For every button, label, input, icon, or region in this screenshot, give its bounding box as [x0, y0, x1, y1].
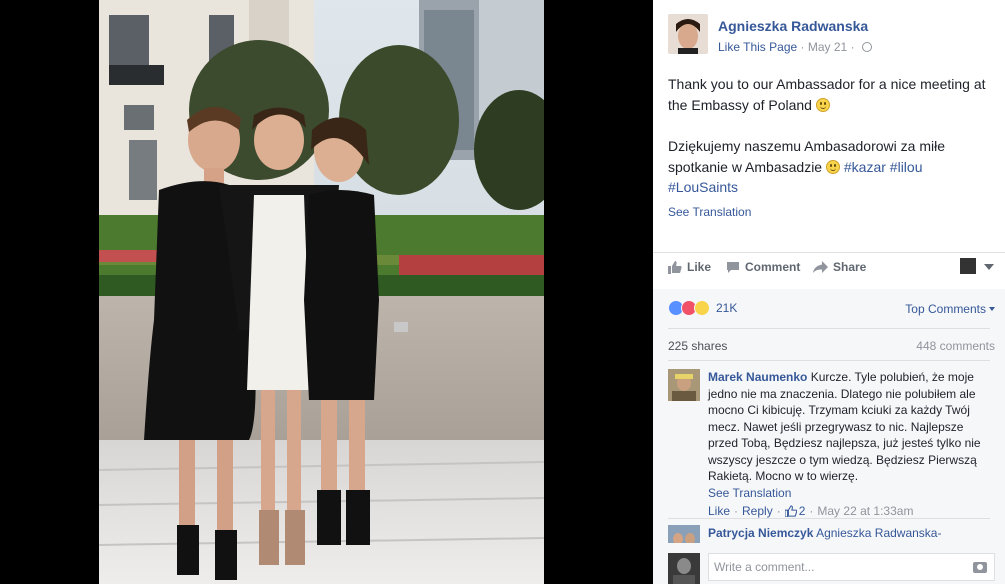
globe-icon [861, 42, 872, 52]
commenter-name[interactable]: Marek Naumenko [708, 370, 807, 384]
post-actions-bar: Like Comment Share [668, 255, 998, 283]
smile-emoji-icon [825, 159, 840, 174]
divider [668, 518, 990, 519]
feedback-section: 21K Top Comments 225 shares 448 comments… [653, 289, 1005, 584]
like-page-link[interactable]: Like This Page [718, 40, 797, 54]
thumbs-up-icon [668, 261, 682, 274]
chevron-down-icon [989, 307, 995, 311]
meta-separator: · [800, 40, 805, 54]
post-side-panel: Agnieszka Radwanska Like This Page · May… [653, 0, 1005, 584]
reactions-summary[interactable]: 21K [668, 300, 737, 316]
reaction-count[interactable]: 21K [716, 301, 737, 315]
comment-text: Kurcze. Tyle polubień, że moje jedno nie… [708, 370, 981, 483]
post-date[interactable]: May 21 [808, 40, 847, 54]
comment-body: Patrycja Niemczyk Agnieszka Radwanska- [708, 525, 993, 542]
hashtag-kazar[interactable]: #kazar [844, 159, 886, 175]
top-comments-label: Top Comments [905, 302, 986, 316]
thumbs-up-icon [784, 505, 797, 518]
post-author-name[interactable]: Agnieszka Radwanska [718, 18, 868, 34]
mentioned-name[interactable]: Agnieszka Radwanska- [816, 526, 941, 540]
smile-emoji-icon [815, 97, 830, 112]
post-text-english: Thank you to our Ambassador for a nice m… [668, 74, 998, 115]
share-label: Share [833, 260, 867, 274]
post-header: Agnieszka Radwanska Like This Page · May… [668, 14, 998, 58]
see-translation-link[interactable]: See Translation [668, 205, 751, 219]
comment-input-box[interactable] [708, 553, 995, 581]
commenter-name[interactable]: Patrycja Niemczyk [708, 526, 813, 540]
wow-reaction-icon [694, 300, 710, 316]
camera-icon[interactable] [973, 562, 987, 573]
post-text-polish: Dziękujemy naszemu Ambasadorowi za miłe … [668, 136, 998, 198]
commenter-avatar[interactable] [668, 369, 700, 401]
share-arrow-icon [813, 260, 828, 273]
photo-viewer [0, 0, 653, 584]
post-photo[interactable] [99, 0, 544, 584]
divider [653, 252, 1005, 253]
meta-dot: · [850, 40, 855, 54]
comment-icon [727, 261, 739, 273]
comment-body: Marek Naumenko Kurcze. Tyle polubień, że… [708, 369, 993, 520]
share-button[interactable]: Share [813, 260, 866, 274]
post-meta: Like This Page · May 21 · [718, 40, 872, 54]
like-button[interactable]: Like [668, 260, 711, 274]
top-comments-dropdown[interactable]: Top Comments [905, 302, 995, 316]
comments-count[interactable]: 448 comments [916, 339, 995, 353]
shares-count[interactable]: 225 shares [668, 339, 727, 353]
comment-see-translation-link[interactable]: See Translation [708, 485, 993, 502]
comment-input[interactable] [709, 554, 994, 580]
hashtag-lousaints[interactable]: #LouSaints [668, 179, 738, 195]
current-user-avatar [668, 553, 700, 584]
divider [668, 328, 990, 329]
comment-button[interactable]: Comment [726, 260, 800, 274]
comment-label: Comment [745, 260, 801, 274]
divider [668, 360, 990, 361]
like-label: Like [687, 260, 712, 274]
page-avatar[interactable] [668, 14, 708, 54]
commenter-avatar[interactable] [668, 525, 700, 543]
post-text: Thank you to our Ambassador for a nice m… [668, 74, 998, 219]
post-as-avatar[interactable] [960, 258, 976, 274]
hashtag-lilou[interactable]: #lilou [890, 159, 923, 175]
post-as-chevron-down-icon[interactable] [984, 264, 994, 270]
